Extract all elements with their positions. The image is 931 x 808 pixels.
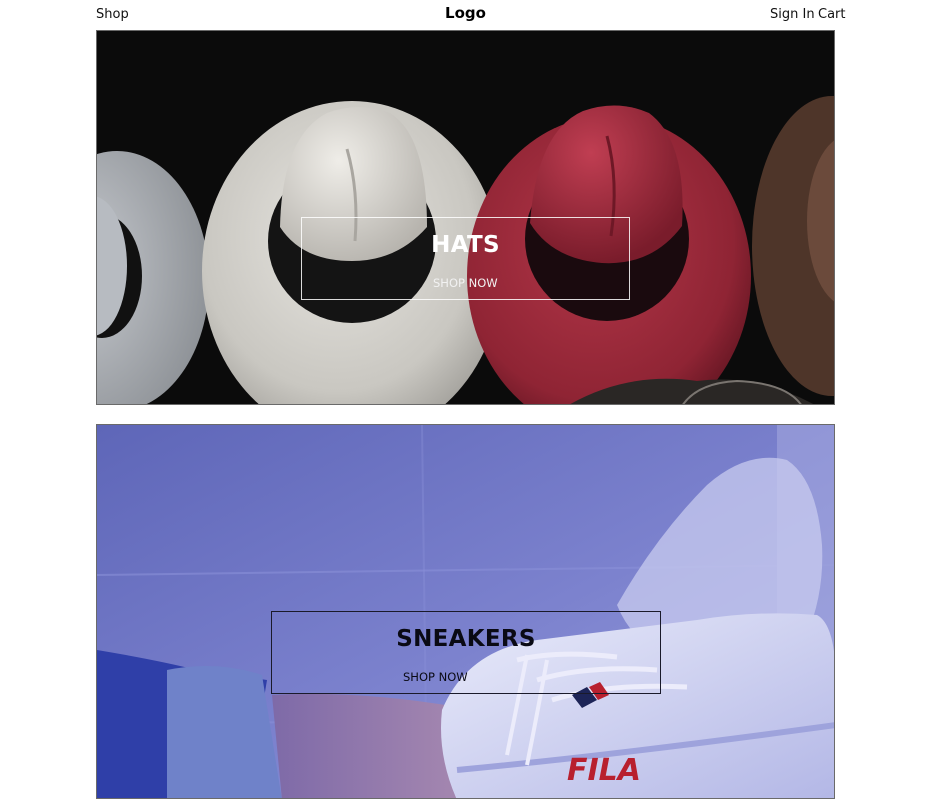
hats-shop-now-link[interactable]: SHOP NOW (433, 276, 498, 290)
logo[interactable]: Logo (445, 4, 486, 22)
category-panel-hats[interactable]: HATS SHOP NOW (96, 30, 835, 405)
hats-shop-now-box[interactable]: HATS SHOP NOW (301, 217, 630, 300)
sneakers-title: SNEAKERS (396, 626, 536, 652)
sneakers-shop-now-box[interactable]: SNEAKERS SHOP NOW (271, 611, 661, 694)
hats-title: HATS (431, 232, 500, 258)
fila-brand-text: FILA (567, 753, 641, 788)
shop-link[interactable]: Shop (96, 7, 129, 22)
category-panel-sneakers[interactable]: FILA SNEAKERS SHOP NOW (96, 424, 835, 799)
sneakers-shop-now-link[interactable]: SHOP NOW (403, 670, 468, 684)
cart-link[interactable]: Cart (818, 7, 846, 22)
sign-in-link[interactable]: Sign In (770, 7, 815, 22)
